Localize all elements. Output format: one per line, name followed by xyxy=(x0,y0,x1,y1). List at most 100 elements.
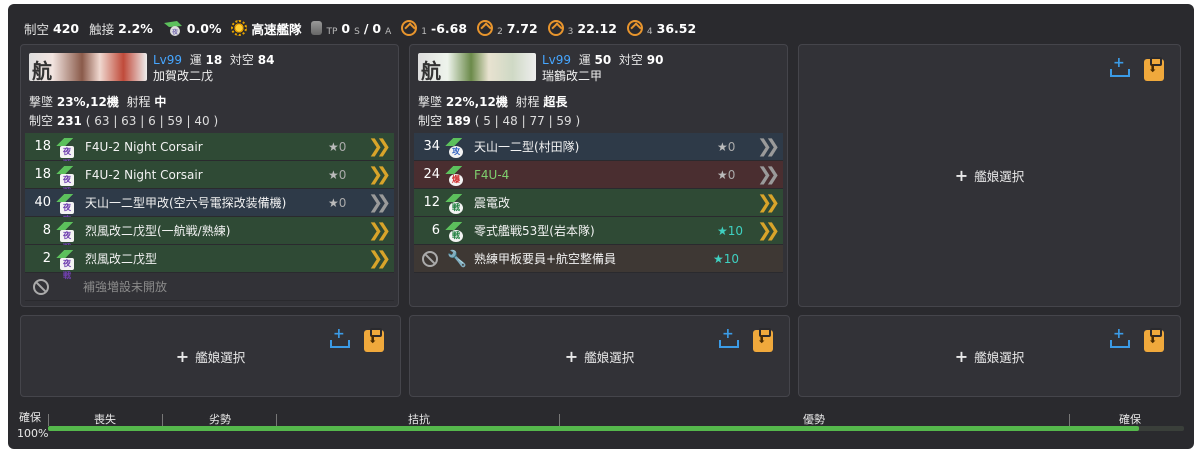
ship-air-value: 189 xyxy=(445,114,471,128)
clipboard-paste-icon[interactable] xyxy=(1144,328,1164,352)
tp-a-sub: A xyxy=(385,27,392,37)
proficiency-icon: ❯❯ xyxy=(757,220,780,241)
range1-sub: 1 xyxy=(421,27,428,37)
slot-count: 18 xyxy=(34,167,51,182)
equipment-name: 天山一二型(村田隊) xyxy=(474,140,580,154)
night-fighter-icon: 夜戦 xyxy=(55,136,79,168)
ship-card-1[interactable]: 航 Lv99 運 18 対空 84 加賀改二戊 撃墜 23%,12機 射程 中 … xyxy=(20,44,399,307)
equipment-name: 烈風改二戊型(一航戦/熟練) xyxy=(85,224,231,238)
clipboard-paste-icon[interactable] xyxy=(753,328,773,352)
ship-air-detail: ( 63 | 63 | 6 | 59 | 40 ) xyxy=(85,114,219,128)
equipment-slot[interactable]: 24 爆 F4U-4 ★0 ❯❯ xyxy=(414,161,783,189)
ship-card-2[interactable]: 航 Lv99 運 50 対空 90 瑞鶴改二甲 撃墜 22%,12機 射程 超長… xyxy=(409,44,788,307)
equipment-slot[interactable]: 18 夜戦 F4U-2 Night Corsair ★0 ❯❯ xyxy=(25,133,394,168)
ship-select-button[interactable]: + 艦娘選択 xyxy=(955,166,1024,185)
proficiency-icon: ❯❯ xyxy=(368,192,391,213)
gauge-label-superiority: 優勢 xyxy=(803,413,825,426)
upload-icon[interactable] xyxy=(1108,326,1130,350)
improvement-level: ★0 xyxy=(717,139,736,154)
slot-count: 24 xyxy=(423,167,440,182)
ship-air-label: 制空 xyxy=(418,114,443,128)
equipment-name: F4U-2 Night Corsair xyxy=(85,139,203,154)
ship-card-6[interactable]: +艦娘選択 xyxy=(798,315,1181,397)
gauge-fill xyxy=(48,426,1139,431)
ship-air-label: 制空 xyxy=(29,114,54,128)
improvement-level: ★0 xyxy=(328,167,347,182)
ship-air-value: 231 xyxy=(56,114,82,128)
equipment-slot[interactable]: 18 夜戦 F4U-2 Night Corsair ★0 ❯❯ xyxy=(25,161,394,196)
air-power-label: 制空 xyxy=(24,21,50,37)
range2-value: 7.72 xyxy=(506,20,538,36)
clipboard-paste-icon[interactable] xyxy=(364,328,384,352)
fighter-icon: 戦 xyxy=(444,220,468,242)
night-fighter-icon: 夜戦 xyxy=(55,220,79,252)
plus-icon: + xyxy=(954,346,969,366)
torpedo-bomber-icon: 攻 xyxy=(444,136,468,158)
aa-label: 対空 xyxy=(618,53,643,67)
equipment-slot[interactable]: 6 戦 零式艦戦53型(岩本隊) ★10 ❯❯ xyxy=(414,217,783,245)
ship-select-button[interactable]: + 艦娘選択 xyxy=(565,347,634,366)
ship-card-4[interactable]: +艦娘選択 xyxy=(20,315,401,397)
reinforce-locked-label: 補強増設未開放 xyxy=(83,280,168,294)
plus-icon: + xyxy=(954,166,969,185)
contact-value: 2.2% xyxy=(118,20,153,36)
clipboard-paste-icon[interactable] xyxy=(1144,57,1164,81)
night-fighter-icon: 夜戦 xyxy=(55,248,79,280)
luck-label: 運 xyxy=(189,53,202,67)
dive-bomber-icon: 爆 xyxy=(444,164,468,186)
air-power-value: 420 xyxy=(53,20,80,36)
reinforcement-slot[interactable]: 🔧 熟練甲板要員+航空整備員 ★10 xyxy=(414,245,783,273)
range3-value: 22.12 xyxy=(577,20,617,36)
ship-name: 加賀改二戊 xyxy=(153,69,214,83)
equipment-name: F4U-4 xyxy=(474,167,510,182)
ship-name: 瑞鶴改二甲 xyxy=(542,69,603,83)
range-value: 中 xyxy=(154,95,167,109)
slot-count: 40 xyxy=(34,195,51,210)
equipment-slot[interactable]: 34 攻 天山一二型(村田隊) ★0 ❯❯ xyxy=(414,133,783,161)
aa-value: 84 xyxy=(257,53,275,67)
reinforce-equipment-name: 熟練甲板要員+航空整備員 xyxy=(474,252,617,266)
gauge-label-supremacy: 確保 xyxy=(1119,413,1141,426)
equipment-name: 零式艦戦53型(岩本隊) xyxy=(474,224,595,238)
ship-level: Lv99 xyxy=(153,53,183,67)
ship-card-3[interactable]: +艦娘選択 xyxy=(798,44,1181,307)
equipment-slot[interactable]: 40 夜攻 天山一二型甲改(空六号電探改装備機) ★0 ❯❯ xyxy=(25,189,394,224)
ship-select-button[interactable]: + 艦娘選択 xyxy=(955,347,1024,366)
proficiency-icon: ❯❯ xyxy=(368,248,391,269)
night-fighter-icon: 夜戦 xyxy=(55,164,79,196)
equipment-slot[interactable]: 8 夜戦 烈風改二戊型(一航戦/熟練) ❯❯ xyxy=(25,217,394,252)
range-value: 超長 xyxy=(543,95,568,109)
ship-portrait[interactable]: 航 xyxy=(418,53,536,81)
fleet-stats-bar: 制空 420 触接 2.2% 夜 0.0% 高速艦隊 TP 0 S / 0 A … xyxy=(24,18,702,38)
ship-portrait[interactable]: 航 xyxy=(29,53,147,81)
proficiency-icon: ❯❯ xyxy=(757,136,780,157)
ship-select-button[interactable]: + 艦娘選択 xyxy=(176,347,245,366)
speed-value: 高速艦隊 xyxy=(251,21,302,37)
aa-value: 90 xyxy=(646,53,664,67)
fleet-panel: 制空 420 触接 2.2% 夜 0.0% 高速艦隊 TP 0 S / 0 A … xyxy=(8,4,1194,449)
shootdown-label: 撃墜 xyxy=(29,95,54,109)
ship-card-5[interactable]: +艦娘選択 xyxy=(409,315,790,397)
air-state-labels: 喪失 劣勢 拮抗 優勢 確保 xyxy=(8,411,1194,426)
upload-icon[interactable] xyxy=(717,326,739,350)
equipment-slot[interactable]: 12 戦 震電改 ❯❯ xyxy=(414,189,783,217)
prohibited-icon xyxy=(422,250,438,267)
gauge-percent: 100% xyxy=(17,427,49,440)
equipment-slot[interactable]: 2 夜戦 烈風改二戊型 ❯❯ xyxy=(25,245,394,280)
night-contact-value: 0.0% xyxy=(186,20,222,36)
prohibited-icon xyxy=(33,278,49,295)
shootdown-value: 22%,12機 xyxy=(445,95,508,109)
upload-icon[interactable] xyxy=(1108,55,1130,79)
range4-value: 36.52 xyxy=(656,20,697,36)
tp-s-value: 0 xyxy=(341,20,351,36)
luck-value: 50 xyxy=(594,53,612,67)
proficiency-icon: ❯❯ xyxy=(368,164,391,185)
upload-icon[interactable] xyxy=(328,326,350,350)
contact-label: 触接 xyxy=(89,21,115,37)
wrench-icon: 🔧 xyxy=(447,249,467,268)
range-icon-3 xyxy=(547,20,564,36)
tp-slash: / xyxy=(363,20,369,36)
drum-icon xyxy=(311,21,323,35)
speed-icon xyxy=(231,20,248,36)
slot-count: 2 xyxy=(42,251,51,266)
